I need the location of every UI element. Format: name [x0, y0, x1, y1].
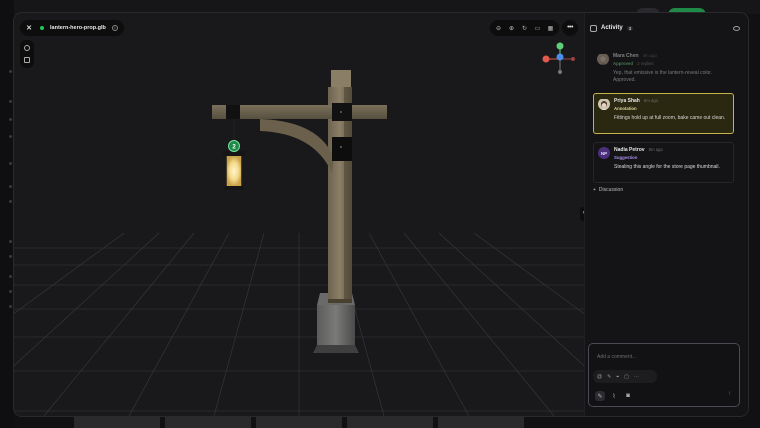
orbit-icon[interactable] [24, 45, 30, 51]
comment-body: Stealing this angle for the store page t… [614, 164, 720, 170]
floor-grid [14, 232, 584, 416]
shape-icon[interactable]: ▢ [624, 374, 629, 380]
comment-item[interactable]: Priya Shah 6m ago Annotation Fittings ho… [593, 93, 734, 134]
avatar-initials: NP [600, 150, 608, 156]
activity-header: Activity 3 [590, 23, 740, 33]
frame-icon[interactable] [24, 57, 30, 63]
avatar [597, 53, 609, 65]
filename-label: lantern-hero-prop.glb [50, 25, 106, 31]
activity-panel: Activity 3 Mara Chen 4m ago Approved 2 r… [584, 13, 748, 416]
comment-time: 6m ago [643, 98, 659, 103]
avatar: NP [598, 147, 610, 159]
comment-item[interactable]: Mara Chen 4m ago Approved 2 replies Yep,… [593, 49, 734, 99]
background-tile [256, 414, 342, 428]
annotation-pin[interactable]: 2 [228, 140, 240, 152]
comment-author: Nadia Petrov [614, 147, 645, 153]
send-icon[interactable]: ↑ [728, 391, 731, 397]
background-sidebar [0, 0, 14, 428]
add-discussion-button[interactable]: + Discussion [593, 187, 623, 193]
comment-count-badge: 3 [626, 25, 634, 31]
comment-time: 4m ago [642, 53, 657, 58]
info-icon[interactable]: i [111, 25, 118, 31]
reply-count[interactable]: 2 replies [637, 61, 653, 66]
scene-render: 2 [14, 70, 584, 416]
status-badge: Approved [613, 61, 634, 66]
activity-title: Activity [601, 25, 623, 31]
3d-viewport[interactable]: 2 ✕ lantern-hero-prop.glb i ⊖ ⊕ ↻ ▭ ▦ ••… [14, 13, 584, 416]
asset-preview-modal: 2 ✕ lantern-hero-prop.glb i ⊖ ⊕ ↻ ▭ ▦ ••… [14, 13, 748, 416]
zoom-in-icon[interactable]: ⊕ [506, 23, 517, 34]
comment-time: 8m ago [648, 147, 663, 152]
avatar [598, 98, 610, 110]
lantern [223, 119, 245, 190]
mention-icon[interactable]: @ [597, 374, 602, 380]
axis-gizmo[interactable] [540, 39, 580, 79]
pin-icon[interactable]: ⌖ [616, 374, 619, 380]
pen-icon[interactable]: ✎ [607, 374, 611, 380]
background-tile [347, 414, 433, 428]
discussion-label: Discussion [598, 187, 624, 193]
comment-author: Priya Shah [614, 98, 640, 104]
eye-icon[interactable] [733, 25, 740, 31]
grid-icon[interactable]: ▦ [545, 23, 556, 34]
background-tile [438, 414, 524, 428]
attach-icon[interactable]: ⌇ [609, 391, 619, 401]
background-topbar [0, 0, 760, 22]
zoom-out-icon[interactable]: ⊖ [493, 23, 504, 34]
more-options-button[interactable]: ••• [562, 20, 578, 36]
viewport-toolbar: ⊖ ⊕ ↻ ▭ ▦ [490, 20, 559, 36]
comment-body: Fittings hold up at full zoom, bake came… [614, 115, 726, 121]
status-badge: Suggestion [614, 155, 638, 160]
close-icon[interactable]: ✕ [24, 23, 34, 33]
status-badge: Annotation [614, 106, 637, 111]
wireframe-icon[interactable]: ▭ [532, 23, 543, 34]
plus-icon: + [593, 187, 596, 193]
camera-icon[interactable]: ◙ [623, 391, 633, 401]
format-toolbar: @ ✎ ⌖ ▢ ⋯ [593, 370, 657, 383]
comment-input[interactable]: Add a comment... [597, 354, 636, 360]
comment-body: Yep, that emissive is the lantern-reveal… [613, 70, 713, 83]
status-dot [40, 26, 44, 30]
filename-pill: ✕ lantern-hero-prop.glb i [20, 20, 124, 36]
comment-author: Mara Chen [613, 53, 639, 59]
more-icon[interactable]: ⋯ [634, 374, 639, 380]
reset-view-icon[interactable]: ↻ [519, 23, 530, 34]
comment-item[interactable]: NP Nadia Petrov 8m ago Suggestion Steali… [593, 142, 734, 183]
background-tile [165, 414, 251, 428]
comment-composer[interactable]: Add a comment... @ ✎ ⌖ ▢ ⋯ ✎ ⌇ ◙ ↑ [588, 343, 740, 407]
background-tile [74, 414, 160, 428]
view-tools [20, 40, 34, 68]
activity-icon [590, 24, 597, 32]
draw-icon[interactable]: ✎ [595, 391, 605, 401]
composer-tools: ✎ ⌇ ◙ [595, 391, 633, 401]
